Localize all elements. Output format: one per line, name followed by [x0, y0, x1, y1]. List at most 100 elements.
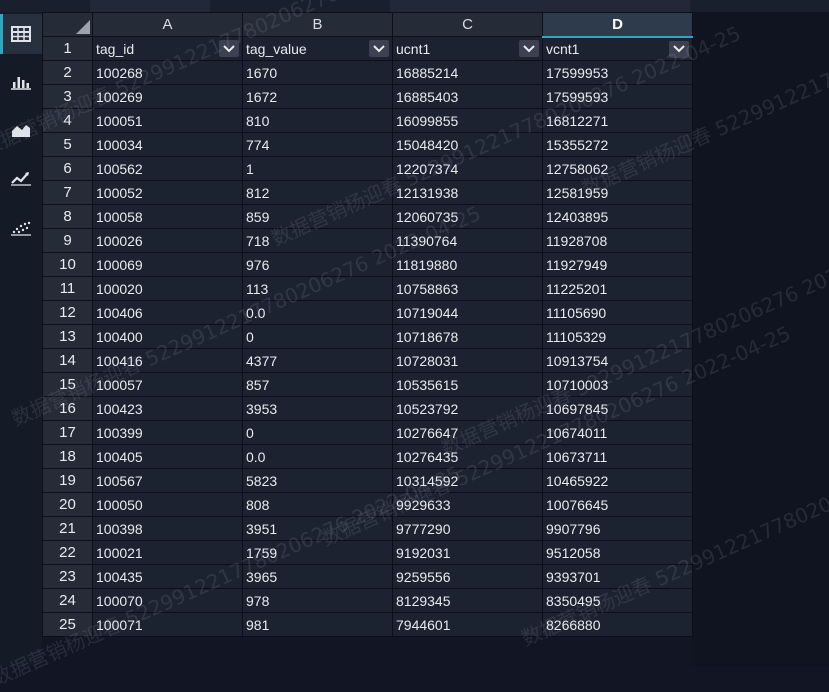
- table-cell[interactable]: 17599593: [542, 84, 693, 109]
- table-cell[interactable]: 100400: [92, 324, 243, 349]
- row-number[interactable]: 18: [42, 444, 93, 469]
- table-cell[interactable]: 859: [242, 204, 393, 229]
- table-cell[interactable]: 16885403: [392, 84, 543, 109]
- table-cell[interactable]: 15355272: [542, 132, 693, 157]
- row-number[interactable]: 7: [42, 180, 93, 205]
- filter-dropdown-button[interactable]: [219, 40, 239, 57]
- table-cell[interactable]: 100567: [92, 468, 243, 493]
- row-number[interactable]: 22: [42, 540, 93, 565]
- table-cell[interactable]: 12060735: [392, 204, 543, 229]
- row-number[interactable]: 19: [42, 468, 93, 493]
- row-number[interactable]: 20: [42, 492, 93, 517]
- field-header-cell[interactable]: ucnt1: [392, 36, 543, 61]
- table-cell[interactable]: 100405: [92, 444, 243, 469]
- table-cell[interactable]: 12131938: [392, 180, 543, 205]
- table-cell[interactable]: 10314592: [392, 468, 543, 493]
- table-cell[interactable]: 11928708: [542, 228, 693, 253]
- row-number[interactable]: 2: [42, 60, 93, 85]
- table-cell[interactable]: 9512058: [542, 540, 693, 565]
- sidebar-button-bar-chart[interactable]: [0, 62, 42, 102]
- table-cell[interactable]: 10719044: [392, 300, 543, 325]
- filter-dropdown-button[interactable]: [369, 40, 389, 57]
- table-cell[interactable]: 3965: [242, 564, 393, 589]
- row-number[interactable]: 24: [42, 588, 93, 613]
- row-number[interactable]: 17: [42, 420, 93, 445]
- table-cell[interactable]: 10076645: [542, 492, 693, 517]
- table-cell[interactable]: 0.0: [242, 444, 393, 469]
- table-cell[interactable]: 10710003: [542, 372, 693, 397]
- row-number[interactable]: 9: [42, 228, 93, 253]
- top-tab-left[interactable]: [90, 0, 210, 12]
- table-cell[interactable]: 9929633: [392, 492, 543, 517]
- table-cell[interactable]: 978: [242, 588, 393, 613]
- table-cell[interactable]: 1759: [242, 540, 393, 565]
- row-number[interactable]: 4: [42, 108, 93, 133]
- table-cell[interactable]: 812: [242, 180, 393, 205]
- table-cell[interactable]: 10913754: [542, 348, 693, 373]
- table-cell[interactable]: 100052: [92, 180, 243, 205]
- row-number[interactable]: 13: [42, 324, 93, 349]
- table-cell[interactable]: 976: [242, 252, 393, 277]
- sidebar-button-table[interactable]: [0, 14, 42, 54]
- row-number[interactable]: 25: [42, 612, 93, 637]
- table-cell[interactable]: 810: [242, 108, 393, 133]
- table-cell[interactable]: 15048420: [392, 132, 543, 157]
- table-cell[interactable]: 9192031: [392, 540, 543, 565]
- table-cell[interactable]: 981: [242, 612, 393, 637]
- row-number[interactable]: 5: [42, 132, 93, 157]
- table-cell[interactable]: 100071: [92, 612, 243, 637]
- sidebar-button-area-chart[interactable]: [0, 110, 42, 150]
- table-cell[interactable]: 1672: [242, 84, 393, 109]
- table-cell[interactable]: 100269: [92, 84, 243, 109]
- table-cell[interactable]: 4377: [242, 348, 393, 373]
- table-cell[interactable]: 10276647: [392, 420, 543, 445]
- table-cell[interactable]: 100399: [92, 420, 243, 445]
- column-header-c[interactable]: C: [392, 12, 543, 37]
- filter-dropdown-button[interactable]: [519, 40, 539, 57]
- table-cell[interactable]: 1: [242, 156, 393, 181]
- table-cell[interactable]: 11105329: [542, 324, 693, 349]
- table-cell[interactable]: 11225201: [542, 276, 693, 301]
- table-cell[interactable]: 10697845: [542, 396, 693, 421]
- table-cell[interactable]: 8129345: [392, 588, 543, 613]
- table-cell[interactable]: 9777290: [392, 516, 543, 541]
- table-cell[interactable]: 5823: [242, 468, 393, 493]
- table-cell[interactable]: 100406: [92, 300, 243, 325]
- table-cell[interactable]: 100398: [92, 516, 243, 541]
- table-cell[interactable]: 11390764: [392, 228, 543, 253]
- filter-dropdown-button[interactable]: [669, 40, 689, 58]
- table-cell[interactable]: 11819880: [392, 252, 543, 277]
- table-cell[interactable]: 100435: [92, 564, 243, 589]
- table-cell[interactable]: 0.0: [242, 300, 393, 325]
- table-cell[interactable]: 10718678: [392, 324, 543, 349]
- table-cell[interactable]: 100416: [92, 348, 243, 373]
- table-cell[interactable]: 16885214: [392, 60, 543, 85]
- table-cell[interactable]: 8350495: [542, 588, 693, 613]
- table-cell[interactable]: 8266880: [542, 612, 693, 637]
- row-number[interactable]: 11: [42, 276, 93, 301]
- sidebar-button-scatter-chart[interactable]: [0, 208, 42, 248]
- table-cell[interactable]: 11105690: [542, 300, 693, 325]
- field-header-cell[interactable]: tag_value: [242, 36, 393, 61]
- table-cell[interactable]: 9907796: [542, 516, 693, 541]
- table-cell[interactable]: 16812271: [542, 108, 693, 133]
- table-cell[interactable]: 100051: [92, 108, 243, 133]
- table-cell[interactable]: 10673711: [542, 444, 693, 469]
- table-cell[interactable]: 10535615: [392, 372, 543, 397]
- table-cell[interactable]: 11927949: [542, 252, 693, 277]
- row-number[interactable]: 10: [42, 252, 93, 277]
- table-cell[interactable]: 3951: [242, 516, 393, 541]
- row-number[interactable]: 6: [42, 156, 93, 181]
- select-all-corner[interactable]: [42, 12, 93, 37]
- table-cell[interactable]: 16099855: [392, 108, 543, 133]
- table-cell[interactable]: 113: [242, 276, 393, 301]
- table-cell[interactable]: 857: [242, 372, 393, 397]
- row-number[interactable]: 16: [42, 396, 93, 421]
- row-number[interactable]: 3: [42, 84, 93, 109]
- table-cell[interactable]: 100268: [92, 60, 243, 85]
- table-cell[interactable]: 9259556: [392, 564, 543, 589]
- sidebar-button-line-chart[interactable]: [0, 158, 42, 198]
- row-number[interactable]: 21: [42, 516, 93, 541]
- table-cell[interactable]: 100423: [92, 396, 243, 421]
- table-cell[interactable]: 100070: [92, 588, 243, 613]
